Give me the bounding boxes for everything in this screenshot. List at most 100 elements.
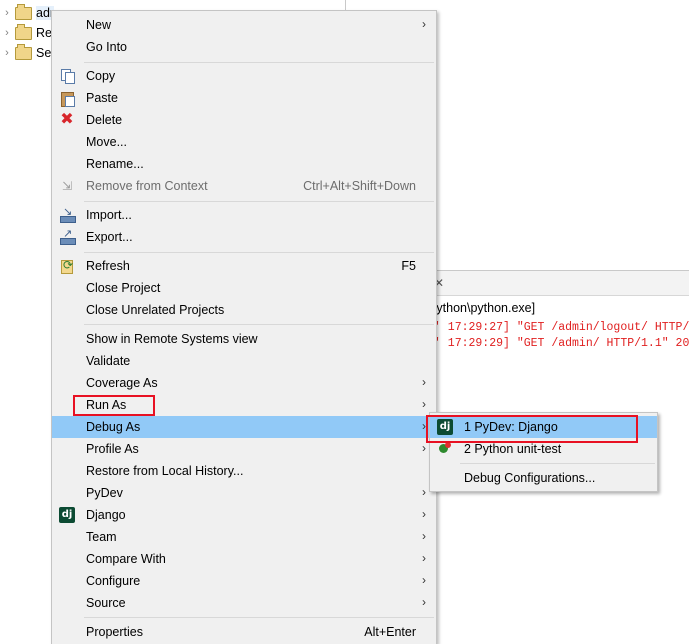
chevron-right-icon: › (422, 419, 426, 433)
menu-item-remove-from-context: ⇲ Remove from Context Ctrl+Alt+Shift+Dow… (52, 175, 436, 197)
console-line: ' 17:29:29] "GET /admin/ HTTP/1.1" 20 (434, 337, 689, 350)
menu-item-source[interactable]: Source › (52, 592, 436, 614)
chevron-right-icon: › (422, 573, 426, 587)
import-icon (59, 205, 76, 223)
menu-item-new[interactable]: New › (52, 14, 436, 36)
menu-item-import[interactable]: Import... (52, 204, 436, 226)
menu-item-restore-local-history[interactable]: Restore from Local History... (52, 460, 436, 482)
tree-item-label: Re (36, 26, 52, 40)
menu-item-label: Import... (86, 208, 132, 222)
chevron-right-icon: › (422, 529, 426, 543)
chevron-right-icon: › (422, 485, 426, 499)
menu-item-debug-as[interactable]: Debug As › (52, 416, 436, 438)
menu-item-label: Restore from Local History... (86, 464, 244, 478)
menu-item-label: Delete (86, 113, 123, 127)
chevron-right-icon: › (422, 17, 426, 31)
menu-item-label: Compare With (86, 552, 166, 566)
menu-item-paste[interactable]: Paste (52, 87, 436, 109)
console-line: ' 17:29:27] "GET /admin/logout/ HTTP/ (434, 321, 689, 334)
chevron-right-icon: › (422, 397, 426, 411)
menu-separator (84, 252, 434, 253)
export-icon (59, 227, 76, 245)
submenu-item-debug-configurations[interactable]: Debug Configurations... (430, 467, 657, 489)
menu-item-properties[interactable]: Properties Alt+Enter (52, 621, 436, 643)
menu-item-label: Rename... (86, 157, 144, 171)
menu-item-refresh[interactable]: Refresh F5 (52, 255, 436, 277)
submenu-item-python-unittest[interactable]: 2 Python unit-test (430, 438, 657, 460)
paste-icon (59, 90, 75, 107)
submenu-item-pydev-django[interactable]: dj 1 PyDev: Django (430, 416, 657, 438)
menu-item-label: Validate (86, 354, 131, 368)
menu-item-label: Close Unrelated Projects (86, 303, 225, 317)
menu-separator (460, 463, 655, 464)
menu-item-export[interactable]: Export... (52, 226, 436, 248)
menu-item-label: Remove from Context (86, 179, 208, 193)
menu-item-label: Export... (86, 230, 133, 244)
menu-item-shortcut: Alt+Enter (364, 625, 416, 639)
menu-item-coverage-as[interactable]: Coverage As › (52, 372, 436, 394)
menu-item-label: Paste (86, 91, 118, 105)
menu-item-compare-with[interactable]: Compare With › (52, 548, 436, 570)
tree-item[interactable]: › Re (0, 23, 52, 43)
menu-item-label: Debug As (86, 420, 141, 434)
menu-item-label: Configure (86, 574, 141, 588)
context-menu: New › Go Into Copy Paste ✖ Delete Move..… (51, 10, 437, 644)
chevron-right-icon[interactable]: › (0, 7, 14, 19)
menu-item-team[interactable]: Team › (52, 526, 436, 548)
menu-item-label: Team (86, 530, 117, 544)
menu-item-label: Django (86, 508, 126, 522)
menu-item-go-into[interactable]: Go Into (52, 36, 436, 58)
menu-item-run-as[interactable]: Run As › (52, 394, 436, 416)
menu-item-delete[interactable]: ✖ Delete (52, 109, 436, 131)
menu-item-shortcut: F5 (401, 259, 416, 273)
menu-separator (84, 617, 434, 618)
menu-item-label: PyDev (86, 486, 123, 500)
menu-item-label: Properties (86, 625, 143, 639)
project-folder-icon (15, 23, 32, 40)
project-folder-icon (15, 3, 32, 20)
menu-item-label: Show in Remote Systems view (86, 332, 258, 346)
menu-item-validate[interactable]: Validate (52, 350, 436, 372)
menu-item-label: Source (86, 596, 126, 610)
copy-icon (59, 68, 75, 84)
menu-item-move[interactable]: Move... (52, 131, 436, 153)
menu-item-configure[interactable]: Configure › (52, 570, 436, 592)
menu-item-label: Coverage As (86, 376, 158, 390)
menu-item-label: Close Project (86, 281, 161, 295)
remove-context-icon: ⇲ (61, 179, 73, 193)
tree-item[interactable]: › adr (0, 3, 55, 23)
chevron-right-icon: › (422, 551, 426, 565)
chevron-right-icon: › (422, 507, 426, 521)
menu-item-profile-as[interactable]: Profile As › (52, 438, 436, 460)
menu-item-label: Profile As (86, 442, 139, 456)
menu-item-django[interactable]: dj Django › (52, 504, 436, 526)
refresh-icon (59, 258, 75, 274)
console-process-path: \python\python.exe] (426, 301, 536, 315)
menu-item-close-unrelated-projects[interactable]: Close Unrelated Projects (52, 299, 436, 321)
menu-item-close-project[interactable]: Close Project (52, 277, 436, 299)
debug-as-submenu: dj 1 PyDev: Django 2 Python unit-test De… (429, 412, 658, 492)
chevron-right-icon[interactable]: › (0, 47, 14, 59)
project-folder-icon (15, 43, 32, 60)
python-unittest-icon (437, 441, 453, 457)
tree-item-label: Se (36, 46, 52, 60)
menu-item-label: Refresh (86, 259, 130, 273)
menu-separator (84, 324, 434, 325)
menu-item-label: Move... (86, 135, 127, 149)
menu-item-rename[interactable]: Rename... (52, 153, 436, 175)
menu-separator (84, 62, 434, 63)
menu-item-show-in-remote-systems[interactable]: Show in Remote Systems view (52, 328, 436, 350)
menu-item-pydev[interactable]: PyDev › (52, 482, 436, 504)
menu-separator (84, 201, 434, 202)
delete-icon: ✖ (60, 111, 74, 128)
menu-item-label: Go Into (86, 40, 127, 54)
chevron-right-icon: › (422, 441, 426, 455)
chevron-right-icon[interactable]: › (0, 27, 14, 39)
submenu-item-label: 1 PyDev: Django (464, 420, 558, 434)
menu-item-label: New (86, 18, 112, 32)
tree-item[interactable]: › Se (0, 43, 51, 63)
menu-item-copy[interactable]: Copy (52, 65, 436, 87)
menu-item-label: Run As (86, 398, 127, 412)
django-icon: dj (59, 507, 75, 523)
menu-item-label: Copy (86, 69, 116, 83)
